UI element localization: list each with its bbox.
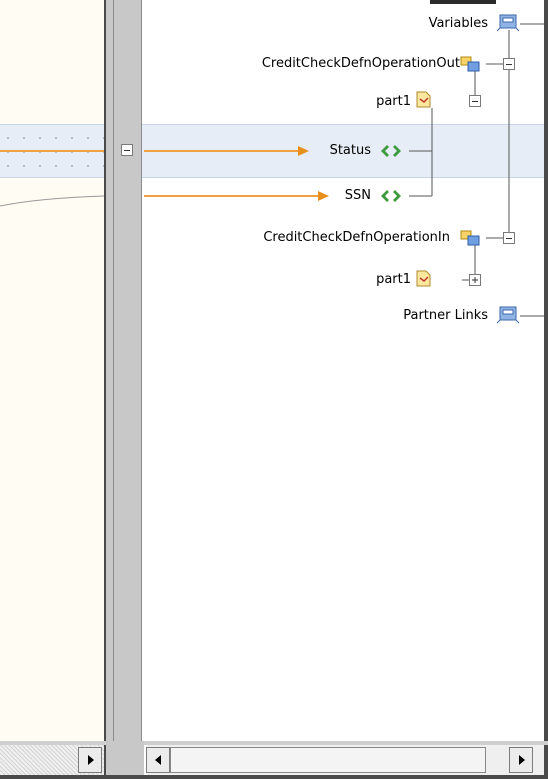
- collapse-toggle-icon[interactable]: [503, 232, 515, 244]
- arrow-left-icon: [155, 755, 161, 765]
- expand-toggle-icon[interactable]: [469, 274, 481, 286]
- part1-in-label[interactable]: part1: [376, 272, 411, 288]
- scrollbar-thumb[interactable]: [170, 747, 486, 773]
- collapse-toggle-icon[interactable]: [469, 95, 481, 107]
- window-bottom-edge: [0, 775, 548, 779]
- message-variable-icon: [460, 56, 480, 72]
- element-diamond-icon: [381, 190, 401, 202]
- collapse-toggle-icon[interactable]: [503, 58, 515, 70]
- credit-check-out-label[interactable]: CreditCheckDefnOperationOut: [262, 56, 460, 72]
- right-scroll-right-button[interactable]: [509, 747, 533, 773]
- variables-folder-icon: [497, 14, 519, 32]
- credit-check-in-label[interactable]: CreditCheckDefnOperationIn: [263, 230, 450, 246]
- mapping-arrow-status: [298, 146, 309, 156]
- arrow-right-icon: [88, 755, 94, 765]
- mapping-arrow-ssn: [318, 191, 329, 201]
- part-document-icon: [416, 91, 431, 108]
- part1-out-label[interactable]: part1: [376, 94, 411, 110]
- message-variable-icon: [460, 230, 480, 246]
- arrow-right-icon: [519, 755, 525, 765]
- mapping-line-ssn-source: [0, 195, 105, 207]
- ssn-node-label[interactable]: SSN: [345, 188, 371, 204]
- left-scroll-right-button[interactable]: [78, 747, 102, 773]
- right-scroll-left-button[interactable]: [146, 747, 170, 773]
- gutter-corner: [106, 741, 144, 779]
- status-node-label[interactable]: Status: [330, 143, 371, 159]
- variables-label[interactable]: Variables: [429, 16, 488, 32]
- partner-links-icon: [497, 306, 519, 324]
- partner-links-label[interactable]: Partner Links: [403, 308, 488, 324]
- part-document-icon: [416, 270, 431, 287]
- element-diamond-icon: [381, 145, 401, 157]
- mapping-lines-layer: [0, 23, 544, 317]
